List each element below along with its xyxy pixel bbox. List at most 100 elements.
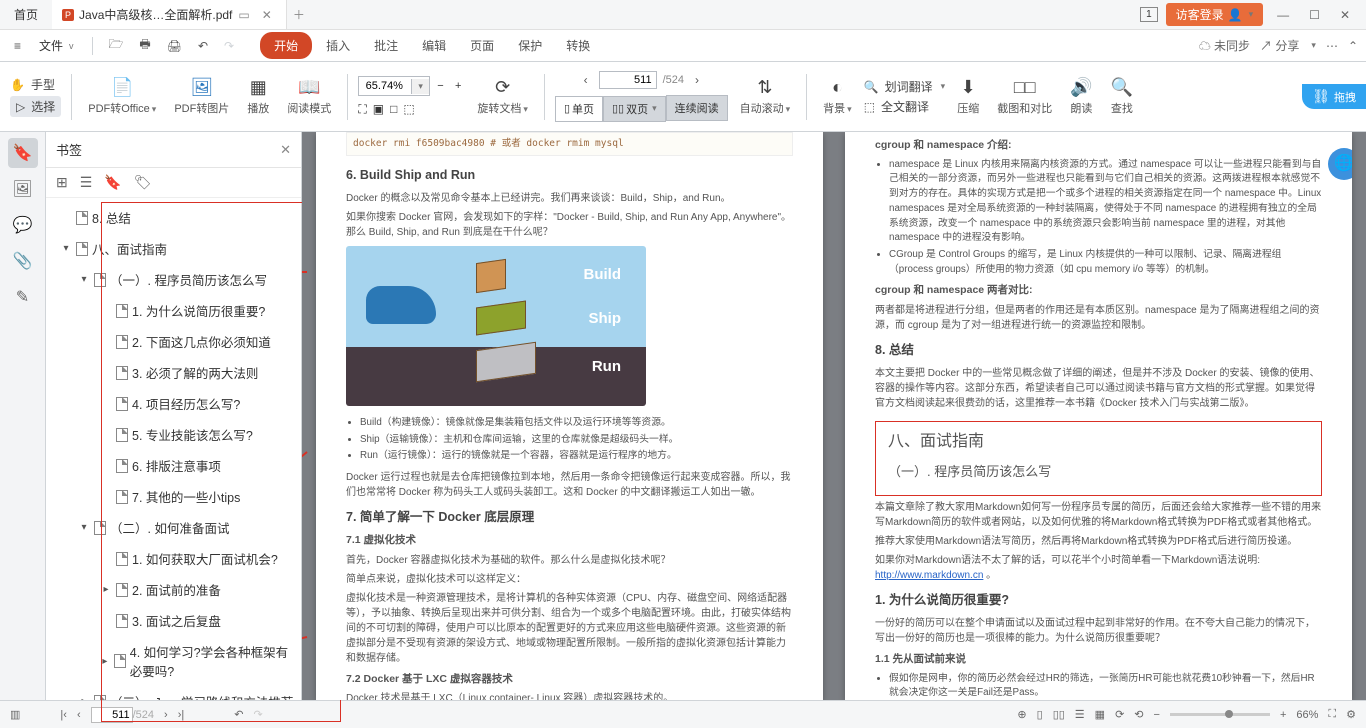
undo-icon[interactable]: ↶ [192, 35, 214, 57]
collapse-ribbon-icon[interactable]: ⌃ [1348, 39, 1358, 53]
menu-annotate[interactable]: 批注 [364, 33, 408, 58]
bookmark-item[interactable]: 3. 必须了解的两大法则 [50, 357, 299, 388]
bookmark-item[interactable]: 1. 为什么说简历很重要? [50, 295, 299, 326]
last-page-icon[interactable]: ›| [178, 709, 185, 721]
bookmark-item[interactable]: ▸4. 如何学习?学会各种框架有必要吗? [50, 636, 299, 686]
cloud-sync[interactable]: ☁ 未同步 [1199, 37, 1250, 54]
maximize-button[interactable]: ☐ [1303, 4, 1326, 26]
bookmark-item[interactable]: 8. 总结 [50, 202, 299, 233]
continuous-button[interactable]: 连续阅读 [666, 95, 728, 121]
print-icon[interactable]: 🖨 [161, 35, 188, 57]
prev-page-icon[interactable]: ‹ [77, 709, 81, 721]
menu-insert[interactable]: 插入 [316, 33, 360, 58]
full-translate[interactable]: ⬚全文翻译 [864, 98, 946, 115]
fit-page-icon[interactable]: ▣ [373, 102, 384, 117]
tab-popout-icon[interactable]: ▭ [232, 6, 255, 24]
bookmark-item[interactable]: 3. 面试之后复盘 [50, 605, 299, 636]
attachment-icon[interactable]: 📎 [8, 246, 38, 276]
first-page-icon[interactable]: |‹ [60, 709, 67, 721]
single-page-button[interactable]: ▯单页 [555, 96, 603, 122]
bm-bookmarksolid-icon[interactable]: 🔖 [104, 174, 121, 191]
snip-compare-button[interactable]: □□截图和对比 [991, 75, 1058, 118]
bookmark-item[interactable]: 1. 如何获取大厂面试机会? [50, 543, 299, 574]
back-icon[interactable]: ↶ [234, 708, 243, 721]
forward-icon[interactable]: ↷ [253, 708, 262, 721]
sidebar-toggle-icon[interactable]: ▥ [10, 708, 20, 721]
pdf-to-image-button[interactable]: 🖼PDF转图片 [168, 75, 235, 118]
zoom-in-icon[interactable]: + [451, 78, 465, 94]
page-next-icon[interactable]: › [690, 71, 704, 89]
menu-convert[interactable]: 转换 [556, 33, 600, 58]
actual-size-icon[interactable]: □ [390, 102, 397, 117]
thumbnail-icon[interactable]: 🖼 [8, 174, 38, 204]
bm-new-icon[interactable]: ⊞ [56, 174, 68, 191]
menu-page[interactable]: 页面 [460, 33, 504, 58]
tab-home[interactable]: 首页 [0, 0, 52, 29]
bm-expand-icon[interactable]: ☰ [80, 174, 93, 191]
menu-protect[interactable]: 保护 [508, 33, 552, 58]
page-input[interactable] [599, 71, 657, 89]
close-button[interactable]: ✕ [1334, 4, 1356, 26]
background-button[interactable]: ◐背景▾ [817, 75, 858, 118]
dragdrop-promo[interactable]: ⛓拖拽 [1302, 84, 1366, 109]
more-menu-icon[interactable]: ⋯ [1326, 39, 1338, 53]
rotate-button[interactable]: ⟳旋转文档▾ [471, 75, 534, 118]
view-icon-1[interactable]: ▯ [1037, 708, 1043, 721]
zoom-combo[interactable]: ▾ [358, 76, 430, 96]
rotate-cw-icon[interactable]: ⟳ [1115, 708, 1124, 721]
auto-scroll-button[interactable]: ⇅自动滚动▾ [734, 75, 797, 118]
bookmark-icon[interactable]: 🔖 [8, 138, 38, 168]
fit-height-icon[interactable]: ⬚ [403, 102, 414, 117]
view-icon-4[interactable]: ▦ [1095, 708, 1105, 721]
next-page-icon[interactable]: › [164, 709, 168, 721]
double-page-button[interactable]: ▯▯双页▾ [603, 96, 666, 122]
panel-close-icon[interactable]: ✕ [280, 142, 291, 158]
bookmark-item[interactable]: ▾（一）. 程序员简历该怎么写 [50, 264, 299, 295]
menu-start[interactable]: 开始 [260, 32, 312, 59]
menu-chevron[interactable]: ▾ [1311, 40, 1316, 51]
markdown-link[interactable]: http://www.markdown.cn [875, 570, 983, 581]
bookmark-item[interactable]: 7. 其他的一些小tips [50, 481, 299, 512]
bookmark-twisty-icon[interactable]: ▸ [100, 656, 110, 667]
bm-bookmarkoutline-icon[interactable]: 🏷 [134, 174, 152, 191]
hand-tool[interactable]: ✋手型 [10, 76, 61, 93]
comment-icon[interactable]: 💬 [8, 210, 38, 240]
select-tool[interactable]: ▷选择 [10, 96, 61, 117]
fit-width-icon[interactable]: ⛶ [358, 102, 366, 117]
tab-document[interactable]: P Java中高级核…全面解析.pdf ▭ ✕ [52, 0, 287, 29]
redo-icon[interactable]: ↷ [218, 35, 240, 57]
hamburger-icon[interactable]: ≡ [8, 35, 27, 57]
zoom-out-icon[interactable]: − [433, 78, 447, 94]
translate-floating-icon[interactable]: 🌐 [1328, 148, 1352, 180]
dict-translate[interactable]: 🔍划词翻译▾ [864, 78, 946, 95]
play-button[interactable]: ▦播放 [241, 75, 275, 118]
fullscreen-icon[interactable]: ⛶ [1328, 708, 1336, 721]
bookmark-item[interactable]: 2. 下面这几点你必须知道 [50, 326, 299, 357]
page-prev-icon[interactable]: ‹ [579, 71, 593, 89]
bookmark-twisty-icon[interactable]: ▾ [60, 243, 72, 254]
find-button[interactable]: 🔍查找 [1105, 75, 1139, 118]
view-icon-3[interactable]: ☰ [1075, 708, 1085, 721]
save-icon[interactable]: 🖶 [133, 31, 156, 60]
minimize-button[interactable]: — [1271, 4, 1295, 26]
bookmark-item[interactable]: ▾八、面试指南 [50, 233, 299, 264]
signature-icon[interactable]: ✎ [8, 282, 38, 312]
settings-icon[interactable]: ⚙ [1346, 708, 1356, 721]
tab-add-button[interactable]: ＋ [287, 4, 311, 25]
read-aloud-button[interactable]: 🔊朗读 [1064, 75, 1098, 118]
status-page-input[interactable] [91, 707, 133, 723]
view-icon-2[interactable]: ▯▯ [1053, 708, 1065, 721]
bookmark-item[interactable]: ▸（三）. Java学习路线和方法推荐 [50, 686, 299, 700]
window-count-icon[interactable]: 1 [1140, 7, 1158, 22]
bookmark-item[interactable]: ▾（二）. 如何准备面试 [50, 512, 299, 543]
zoom-in-status-icon[interactable]: + [1280, 709, 1286, 721]
rotate-ccw-icon[interactable]: ⟲ [1134, 708, 1143, 721]
open-icon[interactable]: 🗁 [103, 31, 130, 60]
bookmark-item[interactable]: 5. 专业技能该怎么写? [50, 419, 299, 450]
menu-edit[interactable]: 编辑 [412, 33, 456, 58]
zoom-out-status-icon[interactable]: − [1154, 709, 1160, 721]
file-menu[interactable]: 文件v [31, 33, 82, 58]
bookmark-item[interactable]: 4. 项目经历怎么写? [50, 388, 299, 419]
bookmark-twisty-icon[interactable]: ▸ [100, 584, 112, 595]
guest-login-button[interactable]: 访客登录 👤 ▾ [1166, 3, 1264, 26]
